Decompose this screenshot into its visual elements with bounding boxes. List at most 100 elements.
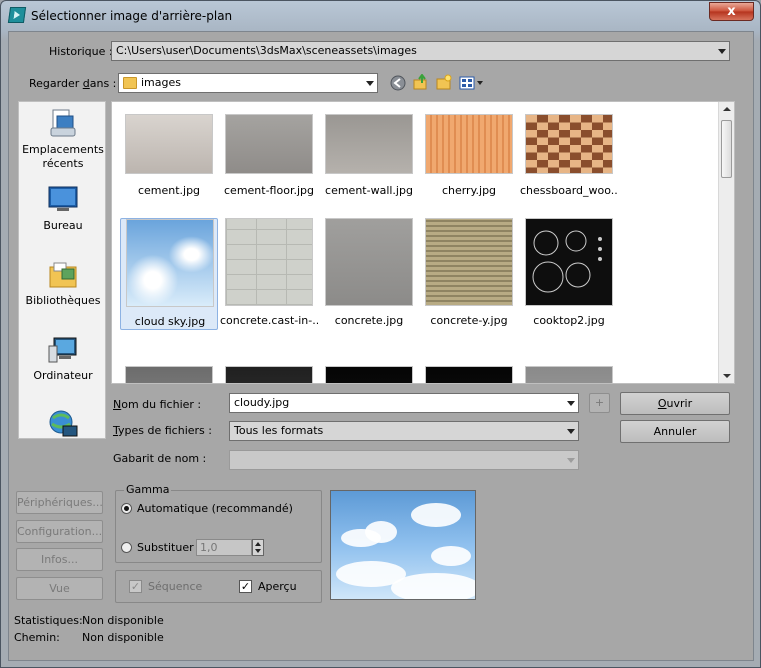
look-in-value: images bbox=[141, 76, 181, 89]
filename-label: Nom du fichier : bbox=[113, 398, 202, 411]
recent-places-icon bbox=[47, 108, 79, 140]
file-thumbnail[interactable]: chessboard_woo... bbox=[520, 106, 618, 218]
back-icon[interactable] bbox=[390, 75, 406, 91]
file-thumbnail[interactable]: concrete-y.jpg bbox=[420, 218, 518, 330]
thumbnail-image bbox=[126, 219, 214, 307]
options-group: ✓ Séquence ✓ Aperçu bbox=[115, 570, 322, 603]
libraries-icon bbox=[47, 259, 79, 291]
folder-icon bbox=[123, 77, 137, 89]
close-button[interactable]: x bbox=[709, 2, 754, 21]
title-bar[interactable]: Sélectionner image d'arrière-plan x bbox=[1, 1, 760, 31]
thumbnail-image bbox=[225, 114, 313, 174]
file-thumbnail[interactable] bbox=[320, 358, 418, 383]
path-value: Non disponible bbox=[82, 631, 164, 644]
gamma-subst-input[interactable]: 1,0 bbox=[196, 539, 252, 556]
info-button[interactable]: Infos... bbox=[16, 548, 103, 571]
thumbnail-image bbox=[525, 218, 613, 306]
peripherals-button[interactable]: Périphériques... bbox=[16, 491, 103, 514]
stats-value: Non disponible bbox=[82, 614, 164, 627]
file-name: concrete.cast-in-... bbox=[220, 314, 318, 327]
file-list[interactable]: cement.jpg cement-floor.jpg cement-wall.jp… bbox=[111, 101, 735, 384]
apercu-label: Aperçu bbox=[258, 580, 297, 593]
gamma-group: Gamma Automatique (recommandé) Substitue… bbox=[115, 483, 322, 563]
filetype-combo[interactable]: Tous les formats bbox=[229, 421, 579, 441]
file-thumbnail[interactable]: concrete.jpg bbox=[320, 218, 418, 330]
network-icon bbox=[47, 408, 79, 440]
gamma-spinner[interactable] bbox=[252, 539, 264, 556]
file-thumbnail[interactable] bbox=[420, 358, 518, 383]
file-thumbnail[interactable] bbox=[220, 358, 318, 383]
history-value: C:\Users\user\Documents\3dsMax\sceneasse… bbox=[116, 44, 417, 57]
place-label: Bureau bbox=[43, 219, 83, 232]
gamma-auto-radio[interactable] bbox=[121, 503, 132, 514]
file-thumbnail[interactable]: cloud sky.jpg bbox=[120, 218, 218, 330]
sequence-checkbox[interactable]: ✓ bbox=[129, 580, 142, 593]
file-name: concrete-y.jpg bbox=[430, 314, 508, 327]
filename-input[interactable]: cloudy.jpg bbox=[229, 393, 579, 413]
thumbnail-image bbox=[525, 114, 613, 174]
gabarit-combo[interactable] bbox=[229, 450, 579, 470]
file-name: cement-wall.jpg bbox=[325, 184, 413, 197]
stats-label: Statistiques: bbox=[14, 614, 83, 627]
scrollbar-thumb[interactable] bbox=[721, 120, 732, 178]
file-name: cherry.jpg bbox=[441, 184, 497, 197]
view-menu-icon[interactable] bbox=[459, 75, 485, 91]
thumbnail-image bbox=[425, 366, 513, 383]
scroll-down-icon[interactable] bbox=[723, 374, 731, 378]
view-button[interactable]: Vue bbox=[16, 577, 103, 600]
file-name: cooktop2.jpg bbox=[533, 314, 605, 327]
scroll-up-icon[interactable] bbox=[723, 107, 731, 111]
computer-icon bbox=[47, 334, 79, 366]
chevron-down-icon[interactable] bbox=[567, 429, 575, 434]
filetype-label: Types de fichiers : bbox=[113, 424, 212, 437]
place-desktop[interactable]: Bureau bbox=[19, 184, 107, 233]
chevron-down-icon[interactable] bbox=[366, 81, 374, 86]
configuration-button[interactable]: Configuration... bbox=[16, 520, 103, 543]
chevron-down-icon[interactable] bbox=[567, 401, 575, 406]
gabarit-label: Gabarit de nom : bbox=[113, 452, 207, 465]
place-label: Bibliothèques bbox=[25, 294, 101, 307]
file-thumbnail[interactable]: cement-floor.jpg bbox=[220, 106, 318, 218]
chevron-down-icon[interactable] bbox=[567, 458, 575, 463]
file-thumbnail[interactable] bbox=[120, 358, 218, 383]
place-network[interactable] bbox=[19, 408, 107, 443]
place-computer[interactable]: Ordinateur bbox=[19, 334, 107, 383]
vertical-scrollbar[interactable] bbox=[718, 102, 734, 383]
history-combo[interactable]: C:\Users\user\Documents\3dsMax\sceneasse… bbox=[111, 41, 730, 61]
thumbnail-image bbox=[525, 366, 613, 383]
thumbnail-image bbox=[225, 218, 313, 306]
thumbnail-image bbox=[325, 218, 413, 306]
place-label: Ordinateur bbox=[33, 369, 93, 382]
open-button[interactable]: Ouvrir bbox=[620, 392, 730, 415]
file-thumbnail[interactable]: concrete.cast-in-... bbox=[220, 218, 318, 330]
gamma-subst-radio[interactable] bbox=[121, 542, 132, 553]
file-name: cement-floor.jpg bbox=[224, 184, 314, 197]
look-in-label: Regarder dans : bbox=[29, 77, 117, 90]
place-libraries[interactable]: Bibliothèques bbox=[19, 259, 107, 308]
file-name: concrete.jpg bbox=[334, 314, 404, 327]
gamma-auto-label: Automatique (recommandé) bbox=[137, 502, 293, 515]
add-button[interactable]: + bbox=[589, 393, 610, 413]
thumbnail-image bbox=[325, 114, 413, 174]
cancel-button[interactable]: Annuler bbox=[620, 420, 730, 443]
up-folder-icon[interactable] bbox=[413, 73, 429, 90]
thumbnail-image bbox=[125, 366, 213, 383]
file-thumbnail[interactable] bbox=[520, 358, 618, 383]
file-name: cement.jpg bbox=[137, 184, 201, 197]
place-label: Emplacements récents bbox=[22, 143, 104, 170]
file-thumbnail[interactable]: cement.jpg bbox=[120, 106, 218, 218]
gamma-subst-label: Substituer bbox=[137, 541, 194, 554]
new-folder-icon[interactable] bbox=[436, 74, 452, 90]
file-thumbnail[interactable]: cement-wall.jpg bbox=[320, 106, 418, 218]
apercu-checkbox[interactable]: ✓ bbox=[239, 580, 252, 593]
chevron-down-icon[interactable] bbox=[718, 49, 726, 54]
thumbnail-image bbox=[225, 366, 313, 383]
file-thumbnail[interactable]: cooktop2.jpg bbox=[520, 218, 618, 330]
file-name: chessboard_woo... bbox=[520, 184, 618, 197]
look-in-combo[interactable]: images bbox=[118, 73, 378, 93]
window-title: Sélectionner image d'arrière-plan bbox=[31, 9, 233, 23]
sequence-label: Séquence bbox=[148, 580, 203, 593]
file-thumbnail[interactable]: cherry.jpg bbox=[420, 106, 518, 218]
dialog-window: Sélectionner image d'arrière-plan x Hist… bbox=[0, 0, 761, 668]
place-recent[interactable]: Emplacements récents bbox=[19, 108, 107, 171]
